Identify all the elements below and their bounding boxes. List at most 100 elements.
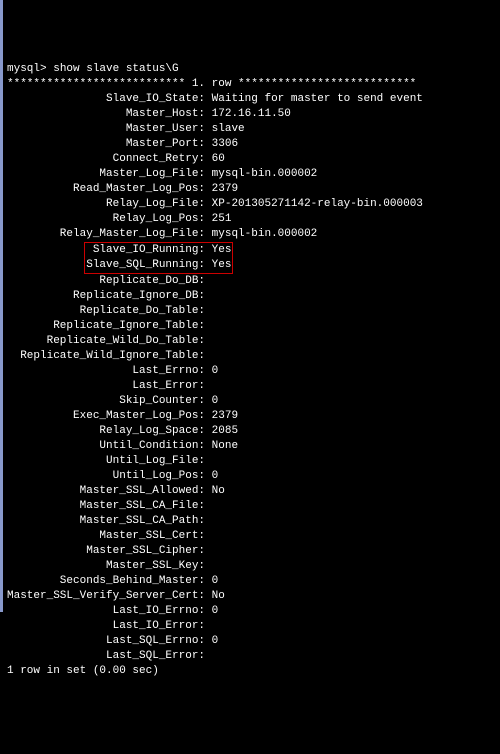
field-value: 0 bbox=[212, 364, 219, 379]
field-value: None bbox=[212, 439, 238, 454]
status-field-master_ssl_ca_path: Master_SSL_CA_Path: bbox=[7, 514, 496, 529]
status-field-exec_master_log_pos: Exec_Master_Log_Pos: 2379 bbox=[7, 409, 496, 424]
status-field-slave_sql_running: Slave_SQL_Running: Yes bbox=[86, 258, 231, 273]
status-field-master_user: Master_User: slave bbox=[7, 122, 496, 137]
status-field-last_errno: Last_Errno: 0 bbox=[7, 364, 496, 379]
field-label: Master_SSL_CA_File: bbox=[7, 499, 205, 514]
field-label: Replicate_Ignore_DB: bbox=[7, 289, 205, 304]
field-value: mysql-bin.000002 bbox=[212, 167, 318, 182]
field-label: Relay_Master_Log_File: bbox=[7, 227, 205, 242]
status-field-read_master_log_pos: Read_Master_Log_Pos: 2379 bbox=[7, 182, 496, 197]
terminal-output[interactable]: mysql> show slave status\G**************… bbox=[7, 62, 496, 679]
status-field-until_log_file: Until_Log_File: bbox=[7, 454, 496, 469]
field-label: Master_Port: bbox=[7, 137, 205, 152]
field-value: No bbox=[212, 484, 225, 499]
field-label: Replicate_Wild_Ignore_Table: bbox=[7, 349, 205, 364]
field-value: slave bbox=[212, 122, 245, 137]
field-label: Master_User: bbox=[7, 122, 205, 137]
status-field-replicate_wild_ignore_table: Replicate_Wild_Ignore_Table: bbox=[7, 349, 496, 364]
field-value: 0 bbox=[212, 634, 219, 649]
field-value: 2379 bbox=[212, 409, 238, 424]
field-label: Master_Log_File: bbox=[7, 167, 205, 182]
status-field-last_error: Last_Error: bbox=[7, 379, 496, 394]
field-value: Yes bbox=[212, 258, 232, 273]
status-field-until_log_pos: Until_Log_Pos: 0 bbox=[7, 469, 496, 484]
highlight-wrapper: Slave_IO_Running: YesSlave_SQL_Running: … bbox=[7, 242, 496, 274]
status-field-master_ssl_cert: Master_SSL_Cert: bbox=[7, 529, 496, 544]
status-field-last_sql_errno: Last_SQL_Errno: 0 bbox=[7, 634, 496, 649]
field-value: 60 bbox=[212, 152, 225, 167]
field-value: Yes bbox=[212, 243, 232, 258]
status-field-slave_io_state: Slave_IO_State: Waiting for master to se… bbox=[7, 92, 496, 107]
field-label: Relay_Log_Space: bbox=[7, 424, 205, 439]
status-field-last_io_error: Last_IO_Error: bbox=[7, 619, 496, 634]
status-field-replicate_do_db: Replicate_Do_DB: bbox=[7, 274, 496, 289]
status-field-relay_log_pos: Relay_Log_Pos: 251 bbox=[7, 212, 496, 227]
status-field-replicate_wild_do_table: Replicate_Wild_Do_Table: bbox=[7, 334, 496, 349]
field-label: Slave_SQL_Running: bbox=[86, 258, 205, 273]
field-value: No bbox=[212, 589, 225, 604]
status-field-relay_log_file: Relay_Log_File: XP-201305271142-relay-bi… bbox=[7, 197, 496, 212]
status-field-replicate_ignore_db: Replicate_Ignore_DB: bbox=[7, 289, 496, 304]
field-label: Master_SSL_Cipher: bbox=[7, 544, 205, 559]
field-value: 0 bbox=[212, 574, 219, 589]
status-field-until_condition: Until_Condition: None bbox=[7, 439, 496, 454]
command-text: show slave status\G bbox=[53, 62, 178, 77]
result-footer: 1 row in set (0.00 sec) bbox=[7, 664, 496, 679]
field-label: Until_Condition: bbox=[7, 439, 205, 454]
mysql-prompt: mysql> bbox=[7, 62, 53, 77]
field-value: 0 bbox=[212, 469, 219, 484]
status-field-master_log_file: Master_Log_File: mysql-bin.000002 bbox=[7, 167, 496, 182]
field-label: Last_SQL_Error: bbox=[7, 649, 205, 664]
highlighted-status-box: Slave_IO_Running: YesSlave_SQL_Running: … bbox=[84, 242, 233, 274]
field-value: 3306 bbox=[212, 137, 238, 152]
prompt-line: mysql> show slave status\G bbox=[7, 62, 496, 77]
field-label: Last_SQL_Errno: bbox=[7, 634, 205, 649]
field-label: Relay_Log_File: bbox=[7, 197, 205, 212]
field-label: Exec_Master_Log_Pos: bbox=[7, 409, 205, 424]
field-label: Slave_IO_Running: bbox=[86, 243, 205, 258]
status-field-last_sql_error: Last_SQL_Error: bbox=[7, 649, 496, 664]
field-label: Slave_IO_State: bbox=[7, 92, 205, 107]
status-field-replicate_ignore_table: Replicate_Ignore_Table: bbox=[7, 319, 496, 334]
status-field-connect_retry: Connect_Retry: 60 bbox=[7, 152, 496, 167]
field-value: 2379 bbox=[212, 182, 238, 197]
status-field-master_host: Master_Host: 172.16.11.50 bbox=[7, 107, 496, 122]
field-label: Skip_Counter: bbox=[7, 394, 205, 409]
field-label: Replicate_Wild_Do_Table: bbox=[7, 334, 205, 349]
row-separator: *************************** 1. row *****… bbox=[7, 77, 496, 92]
status-field-master_ssl_ca_file: Master_SSL_CA_File: bbox=[7, 499, 496, 514]
field-value: 172.16.11.50 bbox=[212, 107, 291, 122]
status-field-seconds_behind_master: Seconds_Behind_Master: 0 bbox=[7, 574, 496, 589]
status-field-relay_log_space: Relay_Log_Space: 2085 bbox=[7, 424, 496, 439]
field-label: Master_SSL_Key: bbox=[7, 559, 205, 574]
field-value: mysql-bin.000002 bbox=[212, 227, 318, 242]
field-label: Read_Master_Log_Pos: bbox=[7, 182, 205, 197]
field-label: Master_SSL_Verify_Server_Cert: bbox=[7, 589, 205, 604]
status-field-master_port: Master_Port: 3306 bbox=[7, 137, 496, 152]
status-field-master_ssl_allowed: Master_SSL_Allowed: No bbox=[7, 484, 496, 499]
field-label: Master_SSL_Cert: bbox=[7, 529, 205, 544]
status-field-slave_io_running: Slave_IO_Running: Yes bbox=[86, 243, 231, 258]
status-field-skip_counter: Skip_Counter: 0 bbox=[7, 394, 496, 409]
field-value: 2085 bbox=[212, 424, 238, 439]
field-value: XP-201305271142-relay-bin.000003 bbox=[212, 197, 423, 212]
status-field-master_ssl_verify_server_cert: Master_SSL_Verify_Server_Cert: No bbox=[7, 589, 496, 604]
field-label: Last_Errno: bbox=[7, 364, 205, 379]
status-field-master_ssl_cipher: Master_SSL_Cipher: bbox=[7, 544, 496, 559]
status-field-replicate_do_table: Replicate_Do_Table: bbox=[7, 304, 496, 319]
field-label: Master_SSL_CA_Path: bbox=[7, 514, 205, 529]
field-label: Replicate_Do_DB: bbox=[7, 274, 205, 289]
field-value: 0 bbox=[212, 394, 219, 409]
status-field-master_ssl_key: Master_SSL_Key: bbox=[7, 559, 496, 574]
field-value: 251 bbox=[212, 212, 232, 227]
field-label: Last_IO_Error: bbox=[7, 619, 205, 634]
field-label: Replicate_Ignore_Table: bbox=[7, 319, 205, 334]
field-label: Relay_Log_Pos: bbox=[7, 212, 205, 227]
field-label: Master_Host: bbox=[7, 107, 205, 122]
field-value: Waiting for master to send event bbox=[212, 92, 423, 107]
field-label: Replicate_Do_Table: bbox=[7, 304, 205, 319]
field-label: Last_Error: bbox=[7, 379, 205, 394]
field-label: Master_SSL_Allowed: bbox=[7, 484, 205, 499]
status-field-relay_master_log_file: Relay_Master_Log_File: mysql-bin.000002 bbox=[7, 227, 496, 242]
